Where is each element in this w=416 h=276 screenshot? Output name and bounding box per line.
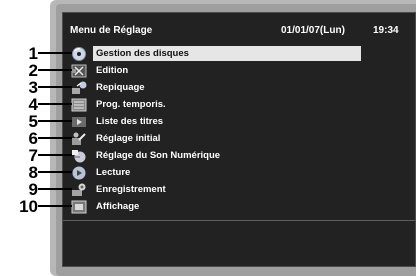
menu-item-timer-program[interactable]: Prog. temporis. [71,97,361,113]
menu-title: Menu de Réglage [70,25,153,36]
callout-leader-line [38,137,72,139]
callout-leader-line [38,103,72,105]
callout-7: 7 [0,146,78,165]
menu-item-edition[interactable]: Edition [71,63,361,79]
footer-divider [63,220,415,221]
menu-item-label: Liste des titres [96,116,164,127]
menu-header: Menu de Réglage 01/01/07(Lun) 19:34 [63,13,415,47]
setup-menu-screen: Menu de Réglage 01/01/07(Lun) 19:34 Gest… [62,12,416,267]
menu-item-initial-setting[interactable]: Réglage initial [71,131,361,147]
menu-item-label: Gestion des disques [96,48,189,59]
menu-item-label: Réglage du Son Numérique [96,150,221,161]
menu-item-label: Prog. temporis. [96,99,166,110]
menu-item-digital-audio[interactable]: Réglage du Son Numérique [71,148,361,164]
callout-3: 3 [0,78,78,97]
menu-item-playback[interactable]: Lecture [71,165,361,181]
callout-leader-line [38,171,72,173]
callout-leader-line [38,69,72,71]
callout-6: 6 [0,129,78,148]
callout-4: 4 [0,95,78,114]
callout-5: 5 [0,112,78,131]
menu-item-recording[interactable]: Enregistrement [71,182,361,198]
date-display: 01/01/07(Lun) [281,25,345,36]
callout-8: 8 [0,163,78,182]
callout-1: 1 [0,44,78,63]
time-display: 19:34 [373,25,399,36]
menu-item-label: Affichage [96,201,140,212]
menu-item-label: Lecture [96,167,131,178]
callout-leader-line [38,154,72,156]
menu-item-label: Enregistrement [96,184,166,195]
menu-item-label: Repiquage [96,82,145,93]
callout-leader-line [38,52,72,54]
menu-item-dubbing[interactable]: Repiquage [71,80,361,96]
callout-9: 9 [0,180,78,199]
callout-number: 10 [19,197,38,216]
menu-item-label: Edition [96,65,129,76]
callout-leader-line [38,120,72,122]
menu-item-disc-management[interactable]: Gestion des disques [71,46,361,62]
menu-item-label: Réglage initial [96,133,161,144]
callout-leader-line [38,188,72,190]
menu-item-display[interactable]: Affichage [71,199,361,215]
callout-leader-line [38,205,72,207]
callout-2: 2 [0,61,78,80]
callout-10: 10 [0,197,78,216]
menu-item-title-list[interactable]: Liste des titres [71,114,361,130]
callout-leader-line [38,86,72,88]
